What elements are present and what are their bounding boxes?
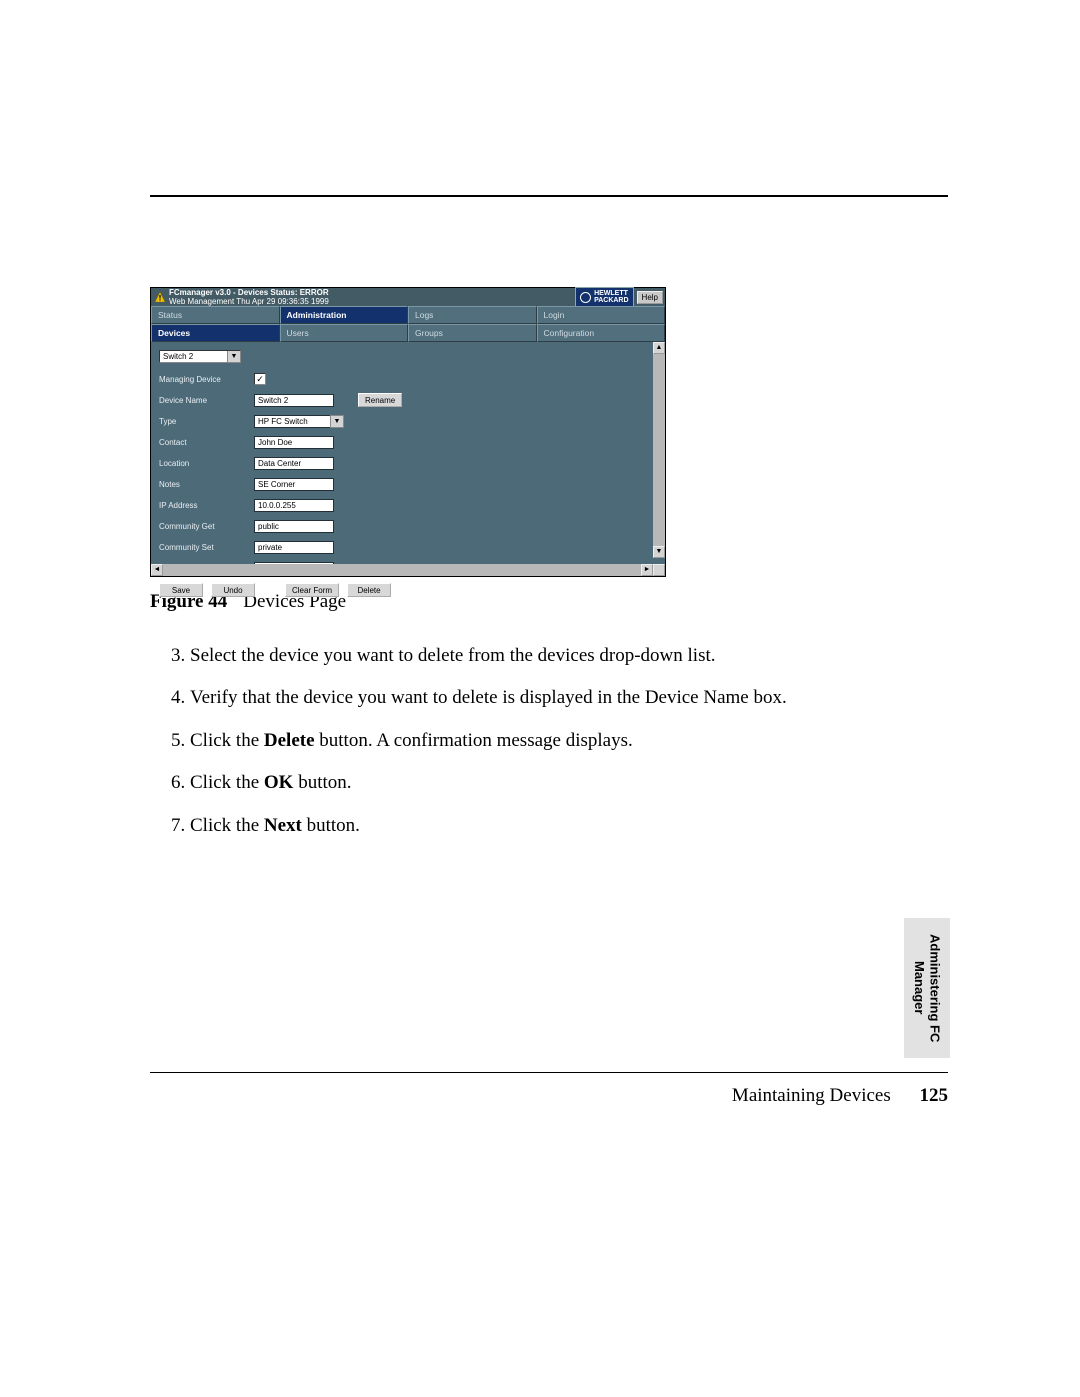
- type-value: HP FC Switch: [258, 417, 308, 426]
- instruction-step: Click the Next button.: [190, 811, 948, 841]
- type-select[interactable]: HP FC Switch ▼: [254, 415, 344, 428]
- form-buttons: Save Undo Clear Form Delete: [159, 583, 655, 597]
- device-select-value: Switch 2: [163, 352, 193, 361]
- tab-configuration[interactable]: Configuration: [537, 324, 666, 342]
- tab-devices[interactable]: Devices: [151, 324, 280, 342]
- device-form-panel: Switch 2 ▼ Managing Device ✓ Device Name…: [151, 342, 665, 576]
- tab-groups[interactable]: Groups: [408, 324, 537, 342]
- instruction-step: Click the Delete button. A confirmation …: [190, 726, 948, 756]
- screenshot-devices-page: FCmanager v3.0 - Devices Status: ERROR W…: [150, 287, 666, 577]
- label-community-set: Community Set: [159, 543, 254, 552]
- tab-logs[interactable]: Logs: [408, 306, 537, 324]
- warning-icon: [155, 292, 165, 302]
- chapter-tab: Administering FCManager: [904, 918, 950, 1058]
- save-button[interactable]: Save: [159, 583, 203, 597]
- help-button[interactable]: Help: [637, 291, 663, 304]
- page-number: 125: [920, 1085, 949, 1106]
- hp-logo: HEWLETTPACKARD: [575, 287, 633, 307]
- window-title: FCmanager v3.0 - Devices Status: ERROR W…: [169, 288, 329, 306]
- scroll-corner: [653, 564, 665, 576]
- page-footer: Maintaining Devices 125: [150, 1085, 948, 1107]
- contact-field[interactable]: John Doe: [254, 436, 334, 449]
- secondary-tabs: Devices Users Groups Configuration: [151, 324, 665, 342]
- chevron-down-icon[interactable]: ▼: [227, 351, 240, 362]
- instruction-step: Click the OK button.: [190, 768, 948, 798]
- scroll-down-icon[interactable]: ▼: [653, 546, 665, 558]
- chevron-down-icon[interactable]: ▼: [330, 415, 344, 428]
- label-community-get: Community Get: [159, 522, 254, 531]
- window-titlebar: FCmanager v3.0 - Devices Status: ERROR W…: [151, 288, 665, 306]
- primary-tabs: Status Administration Logs Login: [151, 306, 665, 324]
- device-name-field[interactable]: Switch 2: [254, 394, 334, 407]
- undo-button[interactable]: Undo: [211, 583, 255, 597]
- footer-rule: [150, 1072, 948, 1073]
- delete-button[interactable]: Delete: [347, 583, 391, 597]
- tab-status[interactable]: Status: [151, 306, 280, 324]
- instruction-list: Select the device you want to delete fro…: [150, 641, 948, 841]
- tab-administration[interactable]: Administration: [280, 306, 409, 324]
- horizontal-scrollbar[interactable]: ◄ ►: [151, 564, 653, 576]
- scroll-right-icon[interactable]: ►: [641, 564, 653, 576]
- label-managing-device: Managing Device: [159, 375, 254, 384]
- tab-login[interactable]: Login: [537, 306, 666, 324]
- label-device-name: Device Name: [159, 396, 254, 405]
- location-field[interactable]: Data Center: [254, 457, 334, 470]
- label-notes: Notes: [159, 480, 254, 489]
- label-ip: IP Address: [159, 501, 254, 510]
- vertical-scrollbar[interactable]: ▲ ▼: [653, 342, 665, 558]
- device-select[interactable]: Switch 2 ▼: [159, 350, 241, 363]
- notes-field[interactable]: SE Corner: [254, 478, 334, 491]
- rename-button[interactable]: Rename: [358, 393, 402, 407]
- tab-users[interactable]: Users: [280, 324, 409, 342]
- label-location: Location: [159, 459, 254, 468]
- chapter-tab-label: Administering FCManager: [911, 934, 942, 1042]
- footer-section: Maintaining Devices: [732, 1085, 891, 1106]
- instruction-step: Verify that the device you want to delet…: [190, 683, 948, 713]
- community-get-field[interactable]: public: [254, 520, 334, 533]
- top-rule: [150, 195, 948, 197]
- label-contact: Contact: [159, 438, 254, 447]
- managing-device-checkbox[interactable]: ✓: [254, 373, 266, 385]
- instruction-step: Select the device you want to delete fro…: [190, 641, 948, 671]
- scroll-up-icon[interactable]: ▲: [653, 342, 665, 354]
- clear-form-button[interactable]: Clear Form: [285, 583, 339, 597]
- community-set-field[interactable]: private: [254, 541, 334, 554]
- scroll-left-icon[interactable]: ◄: [151, 564, 163, 576]
- ip-field[interactable]: 10.0.0.255: [254, 499, 334, 512]
- label-type: Type: [159, 417, 254, 426]
